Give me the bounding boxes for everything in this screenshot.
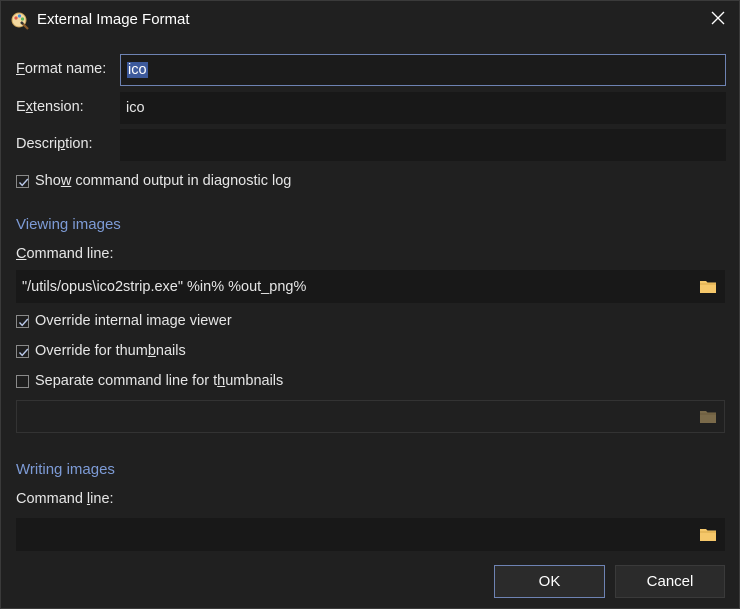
cancel-button[interactable]: Cancel — [615, 565, 725, 598]
writing-section-title: Writing images — [16, 461, 115, 478]
show-output-label: Show command output in diagnostic log — [35, 173, 292, 189]
extension-input[interactable]: ico — [120, 92, 726, 124]
close-button[interactable] — [701, 5, 735, 35]
viewing-command-line-label: Command line: — [16, 246, 114, 262]
external-image-format-dialog: External Image Format Format name: ico E… — [0, 0, 740, 609]
writing-command-line-label: Command line: — [16, 491, 114, 507]
description-input[interactable] — [120, 129, 726, 161]
override-viewer-checkbox[interactable]: Override internal image viewer — [16, 313, 232, 329]
extension-value: ico — [126, 100, 145, 116]
viewing-command-input[interactable]: "/utils/opus\ico2strip.exe" %in% %out_pn… — [16, 270, 725, 303]
separate-thumbnail-command-checkbox[interactable]: Separate command line for thumbnails — [16, 373, 283, 389]
format-name-label: Format name: — [16, 61, 107, 77]
folder-icon[interactable] — [699, 526, 719, 544]
close-icon — [711, 11, 725, 29]
writing-command-input[interactable] — [16, 518, 725, 551]
separate-thumbnail-command-label: Separate command line for thumbnails — [35, 373, 284, 389]
format-palette-icon — [10, 10, 30, 30]
checkbox-unchecked — [16, 374, 29, 388]
folder-icon[interactable] — [699, 408, 719, 426]
checkbox-checked — [16, 314, 29, 328]
format-name-input[interactable]: ico — [120, 54, 726, 86]
extension-label: Extension: — [16, 99, 84, 115]
description-label: Description: — [16, 136, 93, 152]
viewing-section-title: Viewing images — [16, 216, 121, 233]
format-name-value: ico — [127, 62, 148, 78]
checkbox-checked — [16, 344, 29, 358]
viewing-command-value: "/utils/opus\ico2strip.exe" %in% %out_pn… — [22, 278, 307, 295]
show-output-checkbox[interactable]: Show command output in diagnostic log — [16, 173, 291, 189]
title-bar: External Image Format — [1, 1, 739, 39]
folder-icon[interactable] — [699, 278, 719, 296]
override-thumbnails-checkbox[interactable]: Override for thumbnails — [16, 343, 186, 359]
thumbnail-command-input[interactable] — [16, 400, 725, 433]
window-title: External Image Format — [37, 11, 190, 28]
override-thumbnails-label: Override for thumbnails — [35, 343, 186, 359]
override-viewer-label: Override internal image viewer — [35, 313, 232, 329]
ok-button[interactable]: OK — [494, 565, 605, 598]
checkbox-checked — [16, 174, 29, 188]
